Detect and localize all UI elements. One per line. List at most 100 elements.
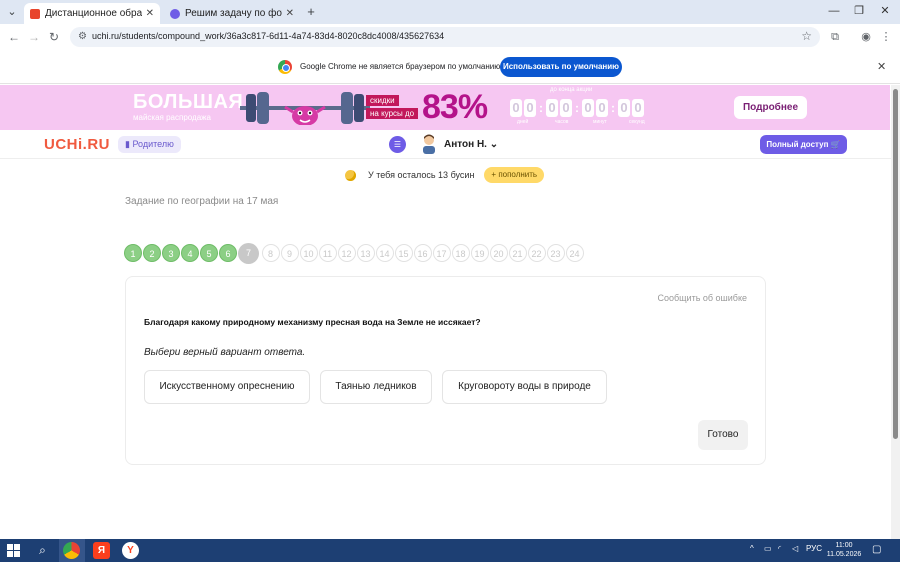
step-4[interactable]: 4 xyxy=(181,244,199,262)
reload-icon[interactable]: ↻ xyxy=(46,29,62,45)
promo-headline: БОЛЬШАЯ xyxy=(133,91,244,113)
url-text[interactable]: uchi.ru/students/compound_work/36a3c817-… xyxy=(92,31,444,41)
answer-option-desalination[interactable]: Искусственному опреснению xyxy=(144,370,310,404)
timer-label-days: дней xyxy=(517,119,529,125)
search-icon[interactable]: ⌕ xyxy=(34,542,51,559)
step-23[interactable]: 23 xyxy=(546,244,565,262)
step-21[interactable]: 21 xyxy=(508,244,527,262)
timer-digit: 0 xyxy=(632,99,644,117)
discount-label-2: на курсы до xyxy=(366,108,419,119)
new-tab-button[interactable]: + xyxy=(303,4,319,20)
infobar-close-icon[interactable]: ✕ xyxy=(877,60,886,73)
infobar-message: Google Chrome не является браузером по у… xyxy=(300,62,503,71)
step-24[interactable]: 24 xyxy=(565,244,584,262)
chrome-taskbar-icon[interactable] xyxy=(63,542,80,559)
step-9[interactable]: 9 xyxy=(280,244,299,262)
step-13[interactable]: 13 xyxy=(356,244,375,262)
tab-favicon-icon xyxy=(30,8,40,19)
tray-chevron-icon[interactable]: ^ xyxy=(750,544,754,553)
tray-app-icon[interactable]: ▭ xyxy=(764,544,772,553)
parents-button[interactable]: ▮ Родителю xyxy=(118,136,181,153)
site-info-icon[interactable]: ⚙ xyxy=(78,31,87,42)
step-2[interactable]: 2 xyxy=(143,244,161,262)
step-7[interactable]: 7 xyxy=(238,243,259,264)
bookmark-star-icon[interactable]: ☆ xyxy=(801,29,812,43)
user-avatar[interactable] xyxy=(421,134,437,154)
screen: ⌄ Дистанционное образование ✕ Решим зада… xyxy=(0,0,900,562)
windows-taskbar: ⌕ Я Y ^ ▭ ◜ ◁ РУС 11:00 11.05.2026 ▢ xyxy=(0,539,900,562)
yandex-browser-taskbar-icon[interactable]: Y xyxy=(122,542,139,559)
page-scrollbar[interactable] xyxy=(891,85,900,539)
step-10[interactable]: 10 xyxy=(299,244,318,262)
tab-favicon-icon xyxy=(170,8,180,19)
timer-digit: 0 xyxy=(546,99,558,117)
timer-colon: : xyxy=(611,101,615,115)
timer-caption: до конца акции xyxy=(550,87,593,93)
step-12[interactable]: 12 xyxy=(337,244,356,262)
tab-search-icon[interactable]: ⌄ xyxy=(4,4,20,20)
instruction-text: Выбери верный вариант ответа. xyxy=(144,347,306,358)
timer-digit: 0 xyxy=(560,99,572,117)
forward-icon[interactable]: → xyxy=(26,29,42,45)
coin-icon xyxy=(345,169,356,181)
step-18[interactable]: 18 xyxy=(451,244,470,262)
step-6[interactable]: 6 xyxy=(219,244,237,262)
step-17[interactable]: 17 xyxy=(432,244,451,262)
step-15[interactable]: 15 xyxy=(394,244,413,262)
back-icon[interactable]: ← xyxy=(6,29,22,45)
chat-icon[interactable]: ☰ xyxy=(389,136,406,153)
browser-tabstrip: ⌄ Дистанционное образование ✕ Решим зада… xyxy=(0,0,900,24)
close-tab-icon[interactable]: ✕ xyxy=(146,8,154,19)
clock-time: 11:00 xyxy=(835,542,853,549)
language-indicator[interactable]: РУС xyxy=(806,544,822,553)
step-11[interactable]: 11 xyxy=(318,244,337,262)
tab-photo-solver[interactable]: Решим задачу по фото онлайн ✕ xyxy=(164,3,300,24)
discount-label-1: скидки xyxy=(366,95,399,106)
browser-toolbar: ← → ↻ ⚙ uchi.ru/students/compound_work/3… xyxy=(0,24,900,50)
uchi-logo[interactable]: UCHi.RU xyxy=(44,136,110,153)
answer-option-water-cycle[interactable]: Круговороту воды в природе xyxy=(442,370,607,404)
question-card: Сообщить об ошибке Благодаря какому прир… xyxy=(125,276,766,465)
step-19[interactable]: 19 xyxy=(470,244,489,262)
address-bar[interactable]: ⚙ uchi.ru/students/compound_work/36a3c81… xyxy=(70,27,820,47)
timer-digit: 0 xyxy=(618,99,630,117)
extensions-icon[interactable]: ⧉ xyxy=(827,29,843,45)
minimize-button[interactable]: — xyxy=(825,3,843,19)
step-22[interactable]: 22 xyxy=(527,244,546,262)
close-window-button[interactable]: ✕ xyxy=(876,3,894,19)
scrollbar-thumb[interactable] xyxy=(893,89,898,439)
topup-button[interactable]: + пополнить xyxy=(484,167,545,183)
step-16[interactable]: 16 xyxy=(413,244,432,262)
tab-title: Решим задачу по фото онлайн xyxy=(185,8,282,19)
close-tab-icon[interactable]: ✕ xyxy=(286,8,294,19)
promo-banner[interactable]: БОЛЬШАЯ майская распродажа скидки на кур… xyxy=(0,85,890,130)
tab-distance-education[interactable]: Дистанционное образование ✕ xyxy=(24,3,160,24)
maximize-button[interactable]: ❐ xyxy=(850,3,868,19)
volume-icon[interactable]: ◁ xyxy=(792,544,798,553)
menu-icon[interactable]: ⋮ xyxy=(878,29,894,45)
step-3[interactable]: 3 xyxy=(162,244,180,262)
chrome-logo-icon xyxy=(278,60,292,74)
answer-option-glaciers[interactable]: Таянью ледников xyxy=(320,370,432,404)
step-5[interactable]: 5 xyxy=(200,244,218,262)
full-access-button[interactable]: Полный доступ 🛒 xyxy=(760,135,847,154)
task-title: Задание по географии на 17 мая xyxy=(125,196,279,207)
notifications-icon[interactable]: ▢ xyxy=(872,544,881,555)
timer-label-minutes: минут xyxy=(593,119,607,125)
done-button[interactable]: Готово xyxy=(698,420,748,450)
yandex-taskbar-icon[interactable]: Я xyxy=(93,542,110,559)
promo-more-button[interactable]: Подробнее xyxy=(734,96,807,119)
default-browser-infobar: Google Chrome не является браузером по у… xyxy=(0,50,900,84)
wifi-icon[interactable]: ◜ xyxy=(778,544,781,553)
step-20[interactable]: 20 xyxy=(489,244,508,262)
windows-start-icon[interactable] xyxy=(7,544,20,557)
step-1[interactable]: 1 xyxy=(124,244,142,262)
report-error-link[interactable]: Сообщить об ошибке xyxy=(657,293,747,303)
site-header: UCHi.RU ▮ Родителю ☰ Антон Н. ⌄ Полный д… xyxy=(0,130,891,159)
step-8[interactable]: 8 xyxy=(261,244,280,262)
set-default-button[interactable]: Использовать по умолчанию xyxy=(500,57,622,77)
step-14[interactable]: 14 xyxy=(375,244,394,262)
user-name-dropdown[interactable]: Антон Н. ⌄ xyxy=(444,139,498,150)
taskbar-clock[interactable]: 11:00 11.05.2026 xyxy=(826,541,862,559)
profile-icon[interactable]: ◉ xyxy=(858,29,874,45)
